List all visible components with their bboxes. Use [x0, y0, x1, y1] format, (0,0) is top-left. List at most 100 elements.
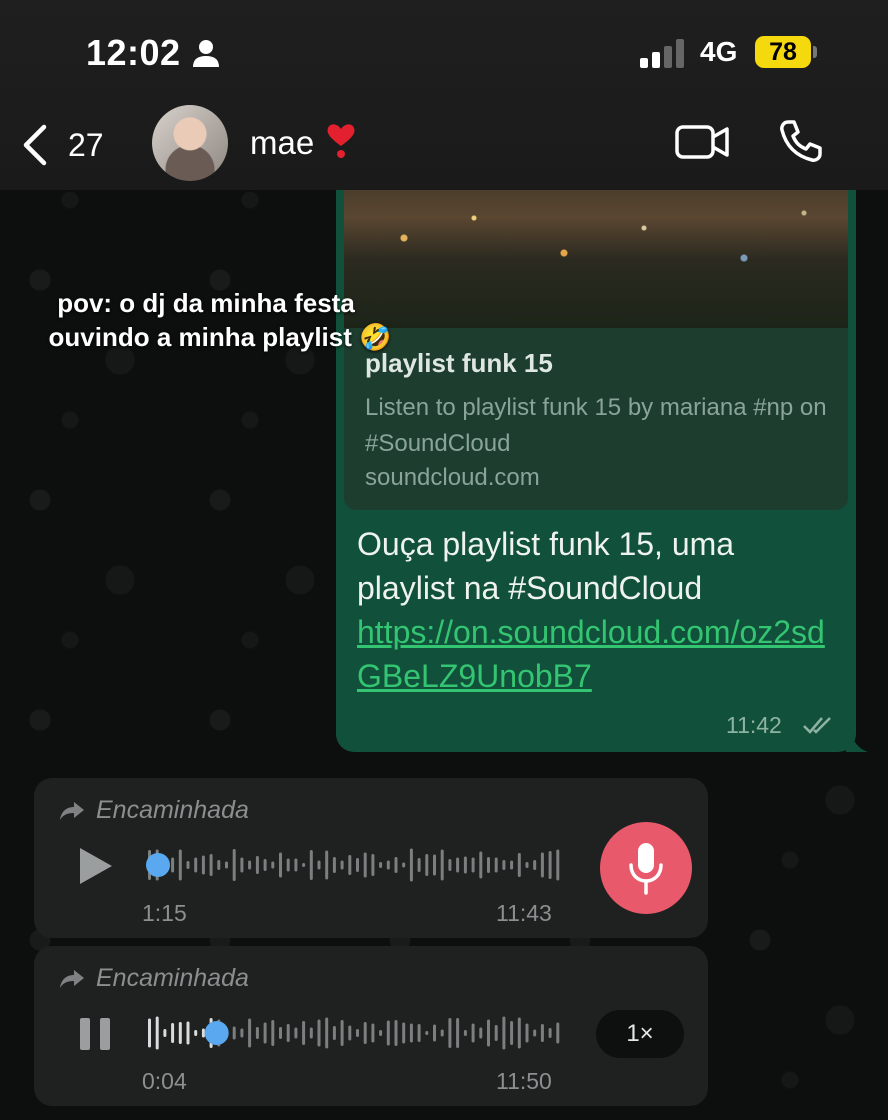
playback-position-handle[interactable]	[204, 1021, 229, 1045]
waveform-bar	[494, 1025, 498, 1041]
voice-timestamp: 11:50	[496, 1068, 552, 1094]
waveform-bar	[325, 1017, 329, 1049]
microphone-icon	[629, 843, 663, 895]
waveform-bar	[456, 857, 460, 873]
waveform-bar	[248, 860, 252, 870]
outgoing-message-bubble[interactable]: playlist funk 15 Listen to playlist funk…	[336, 150, 856, 752]
waveform-bar	[471, 857, 475, 873]
waveform-bar	[178, 1022, 182, 1044]
forwarded-label: Encaminhada	[58, 796, 249, 825]
waveform-bar	[271, 1020, 275, 1046]
forwarded-text: Encaminhada	[96, 796, 249, 824]
waveform-bar	[409, 848, 413, 882]
waveform-bar	[502, 860, 506, 870]
waveform-bar	[540, 852, 544, 878]
waveform-bar	[302, 1021, 306, 1045]
pause-icon[interactable]	[78, 1016, 112, 1052]
avatar[interactable]	[152, 105, 228, 181]
waveform-bar	[248, 1018, 252, 1048]
message-link[interactable]: https://on.soundcloud.com/oz2sdGBeLZ9Uno…	[357, 610, 837, 698]
record-voice-button[interactable]	[600, 822, 692, 914]
waveform-bar	[263, 1022, 267, 1044]
waveform-bar	[417, 858, 421, 872]
waveform-bar	[448, 859, 452, 871]
waveform-bar	[394, 1020, 398, 1046]
waveform-bar	[309, 1027, 313, 1039]
waveform-bar	[194, 857, 198, 873]
forward-arrow-icon	[60, 969, 84, 988]
voice-duration: 0:04	[142, 1068, 187, 1094]
waveform-bar	[425, 1031, 429, 1035]
waveform-bar	[394, 857, 398, 873]
video-call-icon[interactable]	[674, 122, 730, 162]
waveform-bar	[317, 1019, 321, 1047]
waveform-bar	[510, 1021, 514, 1045]
waveform-bar	[348, 855, 352, 875]
waveform-bar	[510, 860, 514, 870]
waveform-bar	[363, 852, 367, 878]
waveform-bar	[317, 860, 321, 870]
waveform-bar	[325, 850, 329, 880]
forwarded-label: Encaminhada	[58, 964, 249, 993]
waveform-bar	[540, 1024, 544, 1042]
playback-speed-button[interactable]: 1×	[596, 1010, 684, 1058]
waveform-bar	[332, 1026, 336, 1040]
waveform-bar	[402, 862, 406, 868]
waveform-bar	[440, 849, 444, 881]
bubble-tail	[846, 722, 868, 752]
waveform-bar	[194, 1030, 198, 1036]
audio-waveform[interactable]	[146, 1008, 562, 1058]
back-button[interactable]: 27	[20, 118, 120, 172]
waveform-bar	[178, 849, 182, 881]
waveform-bar	[201, 1028, 205, 1038]
voice-message[interactable]: Encaminhada 0:04 11:50 1×	[34, 946, 708, 1106]
waveform-bar	[386, 860, 390, 870]
audio-waveform[interactable]	[146, 840, 562, 890]
waveform-bar	[379, 862, 383, 868]
waveform-bar	[417, 1024, 421, 1042]
waveform-bar	[363, 1022, 367, 1044]
waveform-bar	[548, 1028, 552, 1038]
waveform-bar	[186, 1021, 190, 1045]
waveform-bar	[286, 1024, 290, 1042]
chevron-left-icon	[23, 124, 47, 166]
voice-timestamp: 11:43	[496, 900, 552, 926]
forwarded-text: Encaminhada	[96, 964, 249, 992]
waveform-bar	[286, 858, 290, 872]
play-icon[interactable]	[76, 844, 116, 888]
playback-position-handle[interactable]	[146, 853, 170, 877]
waveform-bar	[425, 854, 429, 876]
waveform-bar	[186, 861, 190, 869]
waveform-bar	[371, 854, 375, 876]
waveform-bar	[463, 856, 467, 874]
waveform-bar	[533, 1029, 537, 1037]
waveform-bar	[209, 854, 213, 876]
waveform-bar	[556, 1022, 560, 1044]
waveform-bar	[409, 1023, 413, 1043]
waveform-bar	[279, 852, 282, 878]
waveform-bar	[171, 857, 175, 873]
waveform-bar	[340, 1020, 344, 1046]
waveform-bar	[487, 1019, 490, 1047]
waveform-bar	[371, 1023, 375, 1043]
waveform-bar	[356, 1029, 359, 1037]
link-preview-description: Listen to playlist funk 15 by mariana #n…	[365, 394, 827, 457]
link-preview-domain: soundcloud.com	[365, 464, 540, 491]
waveform-bar	[463, 1030, 467, 1036]
waveform-bar	[148, 1018, 151, 1048]
unread-count: 27	[68, 126, 104, 163]
waveform-bar	[533, 860, 537, 870]
waveform-bar	[556, 849, 560, 881]
waveform-bar	[494, 857, 498, 873]
person-icon	[193, 40, 219, 67]
battery-tip	[813, 46, 817, 58]
message-text: Ouça playlist funk 15, uma playlist na #…	[357, 526, 735, 606]
waveform-bar	[225, 861, 228, 869]
phone-call-icon[interactable]	[778, 118, 824, 164]
waveform-bar	[448, 1018, 452, 1048]
caption-line-2: ouvindo a minha playlist 🤣	[48, 322, 392, 352]
signal-icon	[640, 39, 684, 68]
waveform-bar	[548, 851, 552, 879]
contact-name[interactable]: mae	[250, 124, 314, 162]
heart-exclamation-icon	[327, 124, 355, 158]
